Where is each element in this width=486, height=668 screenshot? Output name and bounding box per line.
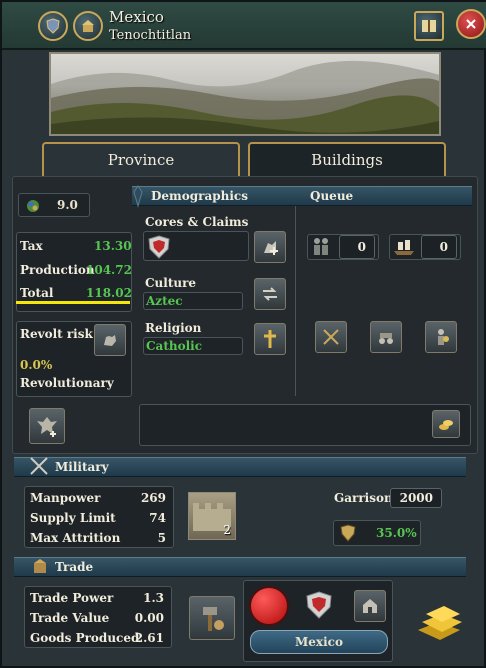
close-icon[interactable] [456,9,486,39]
revolt-status: Revolutionary [20,376,114,390]
supply-value: 74 [149,511,166,525]
eagle-emblem-icon[interactable] [29,408,65,444]
building-icon[interactable] [73,11,103,41]
demographics-header: Demographics [151,189,248,203]
army-queue-count: 0 [339,235,375,259]
garrison-label: Garrison: [334,491,398,505]
culture-label: Culture [145,276,197,290]
tab-buildings[interactable]: Buildings [248,142,446,176]
attrition-value: 5 [157,531,166,545]
fort-defense-value: 35.0% [376,526,417,540]
gold-bars-icon [412,600,466,642]
garrison-value: 2000 [390,488,442,508]
revolt-fist-icon[interactable] [94,324,126,356]
production-value: 104.72 [86,263,132,277]
ship-icon[interactable] [392,237,416,257]
recruit-mercenary-icon[interactable] [425,321,457,353]
modifier-strip [139,404,471,446]
trade-power-value: 1.3 [143,591,164,605]
fort-icon[interactable]: 2 [188,492,236,540]
trade-goods-icon [30,557,50,577]
shield-icon[interactable] [38,11,68,41]
fort-level: 2 [223,523,231,537]
merchant-house-icon[interactable] [354,590,386,622]
ledger-book-icon[interactable] [414,11,444,41]
core-shield-icon[interactable] [146,234,172,260]
capital-name: Tenochtitlan [109,28,192,43]
manpower-label: Manpower [30,491,101,505]
shield-defense-icon [338,523,358,543]
province-name: Mexico [109,8,164,26]
recruit-weapon-icon[interactable] [315,321,347,353]
tab-province[interactable]: Province [42,142,240,176]
infantry-icon[interactable] [310,237,332,257]
tax-value: 13.30 [94,239,132,253]
navy-queue-count: 0 [421,235,457,259]
goods-produced-label: Goods Produced [30,631,140,645]
total-highlight-underline [16,301,130,304]
gold-coins-icon[interactable] [432,410,460,438]
development-box[interactable]: 9.0 [18,193,90,217]
trade-node-name[interactable]: Mexico [250,630,388,654]
religion-cross-icon[interactable] [254,323,286,355]
column-divider [295,206,296,396]
religion-value: Catholic [146,339,203,353]
crossed-swords-icon [28,455,50,477]
province-landscape-image [49,52,441,136]
province-window: Mexico Tenochtitlan Province Buildings 9… [0,0,486,668]
trade-header: Trade [55,560,94,574]
attrition-label: Max Attrition [30,531,121,545]
total-value: 118.02 [86,286,132,300]
window-header: Mexico Tenochtitlan [2,2,486,50]
trade-value-label: Trade Value [30,611,110,625]
trade-value-value: 0.00 [134,611,164,625]
trade-node-red-icon[interactable] [249,586,289,626]
culture-value: Aztec [146,294,183,308]
queue-header: Queue [310,189,354,203]
religion-label: Religion [145,321,202,335]
military-header: Military [55,460,109,474]
trade-shield-icon[interactable] [304,590,334,620]
supply-label: Supply Limit [30,511,116,525]
claim-add-icon[interactable] [254,231,286,263]
revolt-value: 0.0% [20,358,53,372]
manpower-value: 269 [140,491,166,505]
culture-convert-icon[interactable] [254,278,286,310]
revolt-label: Revolt risk [20,327,93,341]
trade-power-label: Trade Power [30,591,114,605]
total-label: Total [20,286,54,300]
goods-produced-value: 2.61 [134,631,164,645]
development-icon [27,200,39,212]
development-value: 9.0 [57,198,78,212]
tax-label: Tax [20,239,43,253]
recruit-artillery-icon[interactable] [370,321,402,353]
production-label: Production [20,263,95,277]
demographics-ornament-icon [130,184,146,208]
hammer-trade-icon[interactable] [189,596,235,640]
cores-label: Cores & Claims [145,215,249,229]
